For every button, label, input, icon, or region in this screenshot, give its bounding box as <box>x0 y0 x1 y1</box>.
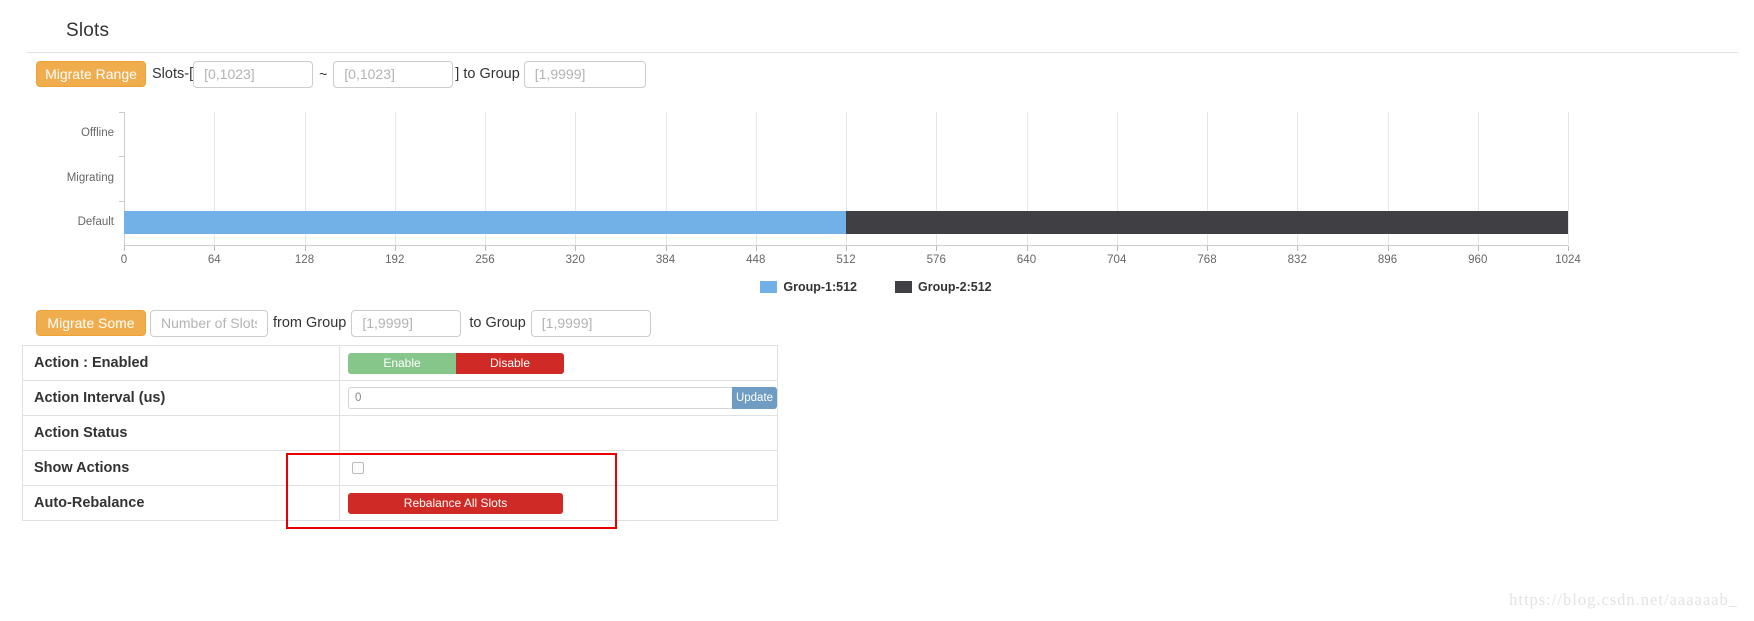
chart-x-tick-mark <box>485 246 486 251</box>
page-title: Slots <box>66 20 110 41</box>
from-group-input[interactable] <box>351 309 462 337</box>
migrate-range-button[interactable]: Migrate Range <box>36 61 146 87</box>
slots-range-label: Slots-[ <box>152 66 194 82</box>
chart-x-tick-label: 128 <box>294 254 315 266</box>
chart-x-tick-label: 448 <box>746 254 766 266</box>
chart-x-tick-mark <box>575 246 577 251</box>
row-label-action-enabled: Action : Enabled <box>22 345 340 381</box>
to-group-label: ] to Group <box>455 66 520 82</box>
migrate-some-button[interactable]: Migrate Some <box>36 310 146 336</box>
table-row: Show Actions <box>22 450 778 486</box>
table-row: Action Interval (us) Update <box>22 380 778 416</box>
chart-x-tick-mark <box>304 246 306 251</box>
chart-y-tick-label: Offline <box>80 127 114 140</box>
chart-x-tick-label: 704 <box>1107 254 1127 266</box>
chart-x-tick-mark <box>936 246 938 251</box>
chart-gridline <box>1568 112 1569 245</box>
chart-x-tick-label: 256 <box>475 254 495 266</box>
chart-x-tick-mark <box>1387 246 1389 251</box>
chart-x-tick-label: 384 <box>655 254 676 266</box>
chart-y-tick-mark <box>119 112 124 113</box>
watermark-text: https://blog.csdn.net/aaaaaab_ <box>1509 590 1738 609</box>
chart-x-tick-mark <box>755 246 757 251</box>
chart-x-tick-label: 64 <box>207 254 221 266</box>
update-button[interactable]: Update <box>732 387 777 409</box>
chart-x-tick-label: 512 <box>836 254 856 266</box>
chart-x-tick-label: 896 <box>1377 254 1398 266</box>
action-toggle-group: Enable Disable <box>348 352 564 374</box>
chart-y-tick-mark <box>119 200 124 202</box>
rebalance-all-slots-button[interactable]: Rebalance All Slots <box>348 492 563 514</box>
legend-item[interactable]: Group-2:512 <box>895 280 992 294</box>
action-interval-input[interactable] <box>348 387 732 409</box>
chart-x-tick-mark <box>1477 246 1479 251</box>
chart-x-tick-mark <box>1297 246 1299 251</box>
chart-y-tick-label: Migrating <box>66 171 114 184</box>
migrate-range-from-input[interactable] <box>193 60 314 88</box>
chart-x-tick-mark <box>665 246 667 251</box>
chart-y-tick-mark <box>119 156 124 158</box>
table-row: Action : Enabled Enable Disable <box>22 345 778 381</box>
header-divider <box>26 52 1738 53</box>
chart-x-tick-mark <box>214 246 216 251</box>
row-label-action-status: Action Status <box>22 415 340 451</box>
to-group-input[interactable] <box>530 309 651 337</box>
row-value-auto-rebalance: Rebalance All Slots <box>339 485 778 521</box>
migrate-range-to-input[interactable] <box>333 60 454 88</box>
slots-distribution-chart: 0 64 128 192 256 320 384 448 512 576 640 704 768 832 8… <box>26 100 1726 300</box>
to-group-label-2: to Group <box>469 315 526 331</box>
table-row: Action Status <box>22 415 778 451</box>
chart-x-tick-label: 192 <box>385 254 405 266</box>
legend-item[interactable]: Group-1:512 <box>760 280 857 294</box>
row-label-action-interval: Action Interval (us) <box>22 380 340 416</box>
migrate-range-group-input[interactable] <box>523 60 646 88</box>
row-value-show-actions <box>339 450 778 486</box>
migrate-some-form: Migrate Some from Group to Group <box>36 309 651 337</box>
range-tilde-separator: ~ <box>319 66 328 82</box>
chart-x-tick-mark <box>1116 246 1118 251</box>
chart-y-tick-label: Default <box>77 215 114 228</box>
chart-x-tick-label: 960 <box>1468 254 1488 266</box>
chart-x-tick-mark <box>846 246 847 251</box>
chart-x-tick-label: 320 <box>565 254 585 266</box>
settings-table: Action : Enabled Enable Disable Action I… <box>22 345 778 521</box>
chart-legend: Group-1:512 Group-2:512 <box>26 280 1726 294</box>
chart-bar-segment <box>124 211 846 235</box>
table-row: Auto-Rebalance Rebalance All Slots <box>22 485 778 521</box>
legend-swatch <box>895 281 912 293</box>
chart-x-tick-mark <box>1568 246 1569 251</box>
row-label-auto-rebalance: Auto-Rebalance <box>22 485 340 521</box>
chart-x-tick-label: 832 <box>1287 254 1307 266</box>
row-value-action-enabled: Enable Disable <box>339 345 778 381</box>
legend-swatch <box>760 281 778 293</box>
chart-x-tick-mark <box>1207 246 1208 251</box>
row-value-action-status <box>339 415 778 451</box>
legend-label: Group-2:512 <box>918 280 992 294</box>
legend-label: Group-1:512 <box>783 280 857 294</box>
chart-x-tick-mark <box>124 246 125 251</box>
chart-x-tick-label: 768 <box>1197 254 1217 266</box>
show-actions-checkbox[interactable] <box>352 462 364 474</box>
row-label-show-actions: Show Actions <box>22 450 340 486</box>
action-interval-control: Update <box>348 387 777 409</box>
from-group-label: from Group <box>273 315 347 331</box>
migrate-range-form: Migrate Range Slots-[ ~ ] to Group <box>36 60 646 88</box>
enable-button[interactable]: Enable <box>348 352 456 374</box>
disable-button[interactable]: Disable <box>456 352 564 374</box>
chart-bar-segment <box>846 211 1568 235</box>
chart-x-tick-mark <box>394 246 396 251</box>
number-of-slots-input[interactable] <box>150 309 268 337</box>
chart-x-tick-mark <box>1026 246 1028 251</box>
chart-x-tick-label: 640 <box>1016 254 1037 266</box>
chart-x-tick-label: 576 <box>926 254 946 266</box>
row-value-action-interval: Update <box>339 380 778 416</box>
chart-x-tick-label: 0 <box>120 254 128 266</box>
chart-x-tick-label: 1024 <box>1555 254 1581 266</box>
